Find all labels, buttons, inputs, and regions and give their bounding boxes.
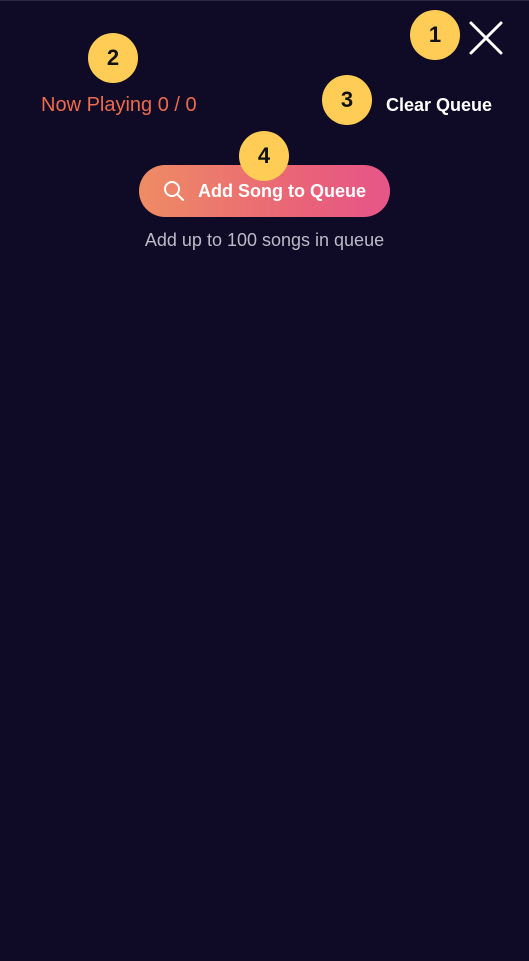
annotation-marker-1: 1	[410, 10, 460, 60]
close-icon	[466, 18, 506, 58]
clear-queue-button[interactable]: Clear Queue	[386, 93, 492, 117]
queue-limit-hint: Add up to 100 songs in queue	[144, 230, 385, 250]
annotation-marker-3: 3	[322, 75, 372, 125]
top-divider	[0, 0, 529, 1]
annotation-marker-4: 4	[239, 131, 289, 181]
add-song-label: Add Song to Queue	[198, 180, 366, 201]
close-button[interactable]	[466, 18, 506, 58]
now-playing-counter: Now Playing 0 / 0	[41, 94, 197, 116]
annotation-marker-2: 2	[88, 33, 138, 83]
search-icon	[163, 180, 185, 202]
